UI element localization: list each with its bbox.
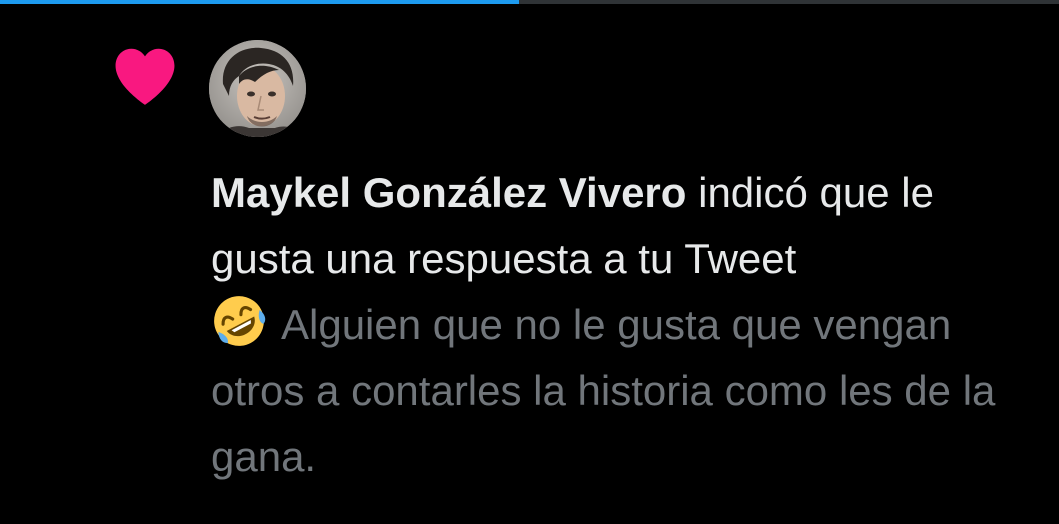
quoted-reply[interactable]: Alguien que no le gusta que vengan otros… [211,292,1041,490]
avatar[interactable] [209,40,306,137]
progress-bar-fill [0,0,519,4]
quoted-reply-text: Alguien que no le gusta que vengan otros… [211,301,996,480]
avatar-photo [209,40,306,137]
rolling-on-floor-laughing-icon [214,296,266,346]
actor-name[interactable]: Maykel González Vivero [211,169,686,216]
notification-message: Maykel González Vivero indicó que le gus… [211,160,1041,292]
page-load-progress-bar [0,0,1059,4]
heart-icon [115,48,175,105]
